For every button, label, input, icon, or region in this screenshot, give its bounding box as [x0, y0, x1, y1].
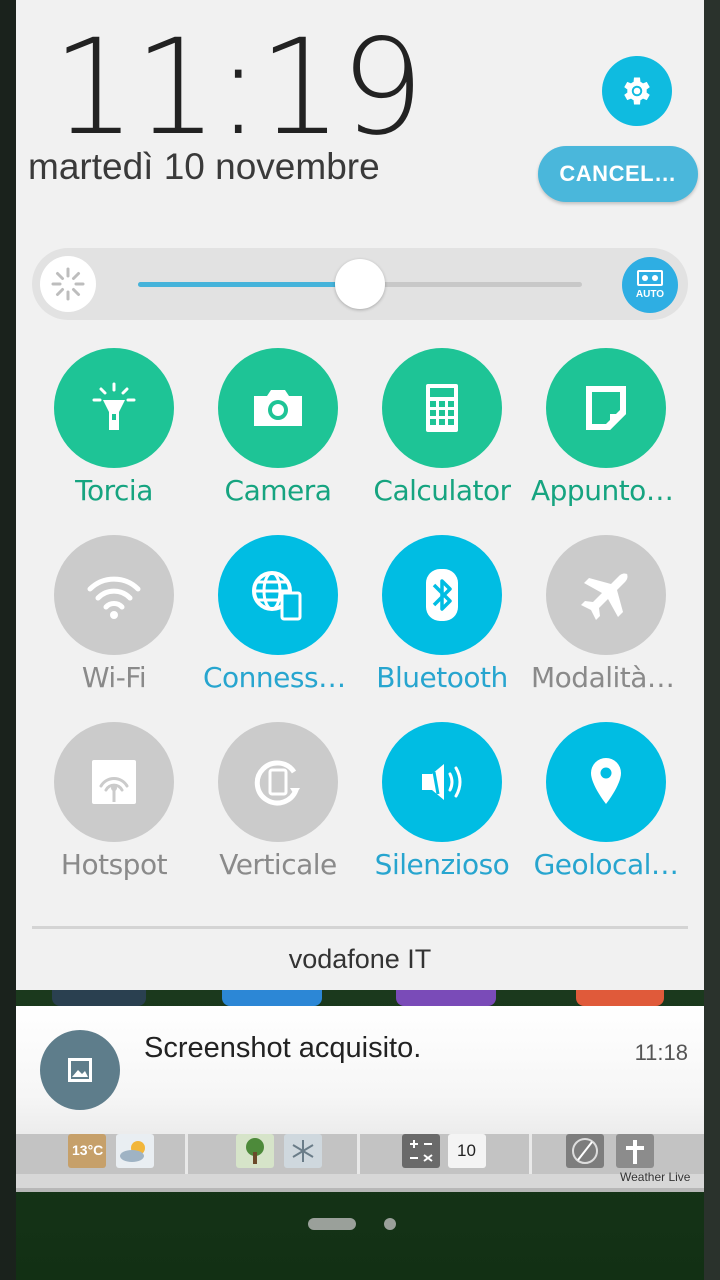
dock-app [576, 990, 664, 1006]
auto-brightness-button[interactable]: AUTO [622, 257, 678, 313]
tile-label: Appunto … [531, 474, 681, 507]
image-icon [68, 1058, 92, 1082]
calculator-icon [426, 384, 458, 432]
tile-torcia[interactable]: Torcia [32, 348, 196, 524]
hotspot-icon [92, 760, 136, 804]
airplane-icon [581, 573, 628, 620]
tile-appunto[interactable]: Appunto … [524, 348, 688, 524]
tile-circle [546, 348, 666, 468]
notification-title: Screenshot acquisito. [144, 1032, 422, 1064]
tile-label: Modalità a… [531, 661, 681, 694]
mobile-data-icon [252, 571, 302, 621]
tile-label: Hotspot [60, 848, 168, 881]
tile-verticale[interactable]: Verticale [196, 722, 360, 898]
dock-app [396, 990, 496, 1006]
auto-brightness-icon [637, 270, 663, 286]
weather-live-label: Weather Live [620, 1170, 691, 1184]
tile-silenzioso[interactable]: Silenzioso [360, 722, 524, 898]
tile-camera[interactable]: Camera [196, 348, 360, 524]
cross-app-icon [616, 1134, 654, 1168]
tile-circle [54, 722, 174, 842]
sun-icon [51, 267, 85, 301]
nav-home-pill[interactable] [308, 1218, 356, 1230]
settings-button[interactable] [602, 56, 672, 126]
tile-circle [218, 348, 338, 468]
tile-hotspot[interactable]: Hotspot [32, 722, 196, 898]
location-icon [591, 758, 621, 804]
calendar-day-label: 10 [457, 1141, 476, 1160]
tile-circle [546, 722, 666, 842]
tile-label: Geolocal… [533, 848, 679, 881]
notification-time: 11:18 [634, 1040, 688, 1065]
brightness-slider-thumb[interactable] [335, 259, 385, 309]
tile-label: Calculator [373, 474, 511, 507]
notification-icon [40, 1030, 120, 1110]
compass-app-icon [566, 1134, 604, 1168]
tile-calculator[interactable]: Calculator [360, 348, 524, 524]
gear-icon [624, 77, 650, 105]
temperature-label: 13°C [72, 1142, 104, 1158]
tile-modalita-aereo[interactable]: Modalità a… [524, 535, 688, 711]
rotation-lock-icon [254, 760, 300, 806]
tile-geolocalizzazione[interactable]: Geolocal… [524, 722, 688, 898]
brightness-slider-fill [138, 282, 360, 287]
widget-strip: 13°C 10 Weather Live [16, 1134, 704, 1192]
tile-label: Silenzioso [374, 848, 510, 881]
brightness-control: AUTO [32, 248, 688, 320]
tile-circle [54, 348, 174, 468]
brightness-slider[interactable] [138, 259, 582, 309]
tile-circle [546, 535, 666, 655]
tile-label: Camera [224, 474, 332, 507]
tile-label: Torcia [75, 474, 153, 507]
tile-bluetooth[interactable]: Bluetooth [360, 535, 524, 711]
wallpaper-edge-left [0, 0, 16, 1280]
camera-icon [254, 390, 302, 426]
clock: 11:19 [52, 11, 424, 165]
weather-icon [116, 1134, 154, 1168]
calculator-app-icon [402, 1134, 440, 1168]
widget-cell [188, 1134, 360, 1174]
bluetooth-icon [426, 569, 458, 621]
carrier-label: vodafone IT [288, 944, 432, 974]
calendar-app-icon: 10 [448, 1134, 486, 1168]
notification-screenshot[interactable]: Screenshot acquisito. 11:18 [16, 1006, 704, 1134]
tile-label: Verticale [219, 848, 337, 881]
dock-app [222, 990, 322, 1006]
tile-circle [54, 535, 174, 655]
wifi-icon [87, 576, 141, 619]
note-icon [586, 386, 626, 430]
tile-label: Bluetooth [376, 661, 508, 694]
flashlight-icon [92, 382, 136, 430]
tile-circle [382, 722, 502, 842]
quick-settings-panel: 11:19 martedì 10 novembre CANCEL… AUTO T… [16, 0, 704, 990]
cancel-button[interactable]: CANCEL… [538, 146, 698, 202]
brightness-icon [40, 256, 96, 312]
tree-icon [236, 1134, 274, 1168]
auto-label: AUTO [635, 289, 665, 300]
divider [32, 926, 688, 929]
tile-circle [382, 535, 502, 655]
tile-circle [218, 722, 338, 842]
tile-circle [218, 535, 338, 655]
tile-connessione-dati[interactable]: Connessio… [196, 535, 360, 711]
date-label: martedì 10 novembre [28, 146, 380, 187]
widget-cell [360, 1134, 532, 1174]
snowflake-icon [284, 1134, 322, 1168]
temperature-widget: 13°C [68, 1134, 106, 1168]
tile-wifi[interactable]: Wi-Fi [32, 535, 196, 711]
tile-circle [382, 348, 502, 468]
tile-label: Connessio… [203, 661, 353, 694]
dock-app [52, 990, 146, 1006]
wallpaper-edge-right [704, 0, 720, 1280]
nav-page-indicator [384, 1218, 396, 1230]
tile-label: Wi-Fi [81, 661, 147, 694]
vibrate-icon [422, 764, 462, 800]
